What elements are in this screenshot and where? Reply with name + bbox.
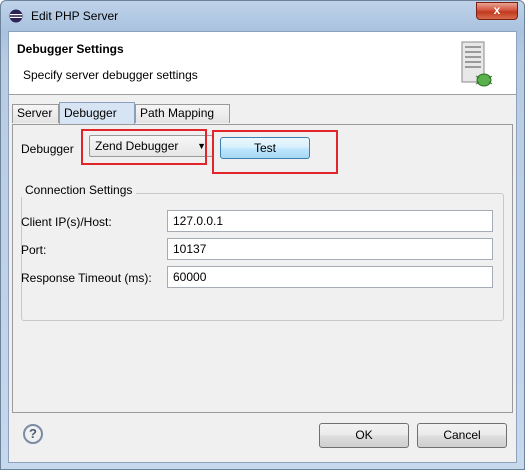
client-host-label: Client IP(s)/Host:: [21, 215, 112, 229]
page-description: Specify server debugger settings: [23, 68, 198, 82]
help-icon[interactable]: ?: [23, 424, 43, 444]
debugger-label: Debugger: [21, 142, 74, 156]
eclipse-app-icon: [9, 9, 23, 23]
title-bar[interactable]: Edit PHP Server x: [1, 1, 524, 31]
server-bug-icon: [461, 41, 493, 87]
port-value: 10137: [173, 242, 207, 256]
page-title: Debugger Settings: [17, 42, 124, 56]
cancel-button[interactable]: Cancel: [417, 423, 507, 448]
dialog-window: Edit PHP Server x Debugger Settings Spec…: [0, 0, 525, 470]
tab-server[interactable]: Server: [12, 104, 59, 123]
highlight-box-test-button: [212, 130, 338, 174]
response-timeout-input[interactable]: 60000: [167, 266, 493, 288]
tab-path-mapping[interactable]: Path Mapping: [135, 104, 230, 123]
client-host-input[interactable]: 127.0.0.1: [167, 210, 493, 232]
dialog-body: Debugger Settings Specify server debugge…: [8, 31, 517, 463]
wizard-header: Debugger Settings Specify server debugge…: [9, 32, 516, 95]
ok-button[interactable]: OK: [319, 423, 409, 448]
connection-settings-label: Connection Settings: [21, 183, 137, 197]
response-timeout-value: 60000: [173, 270, 207, 284]
port-label: Port:: [21, 243, 47, 257]
port-input[interactable]: 10137: [167, 238, 493, 260]
debugger-tab-panel: Debugger Zend Debugger ▼ Test Connection…: [12, 124, 513, 413]
window-title: Edit PHP Server: [31, 9, 119, 23]
close-icon: x: [493, 3, 501, 17]
tab-debugger[interactable]: Debugger: [59, 102, 135, 124]
highlight-box-debugger-select: [81, 129, 207, 165]
client-host-value: 127.0.0.1: [173, 214, 224, 228]
response-timeout-label: Response Timeout (ms):: [21, 271, 152, 285]
close-button[interactable]: x: [476, 2, 518, 20]
